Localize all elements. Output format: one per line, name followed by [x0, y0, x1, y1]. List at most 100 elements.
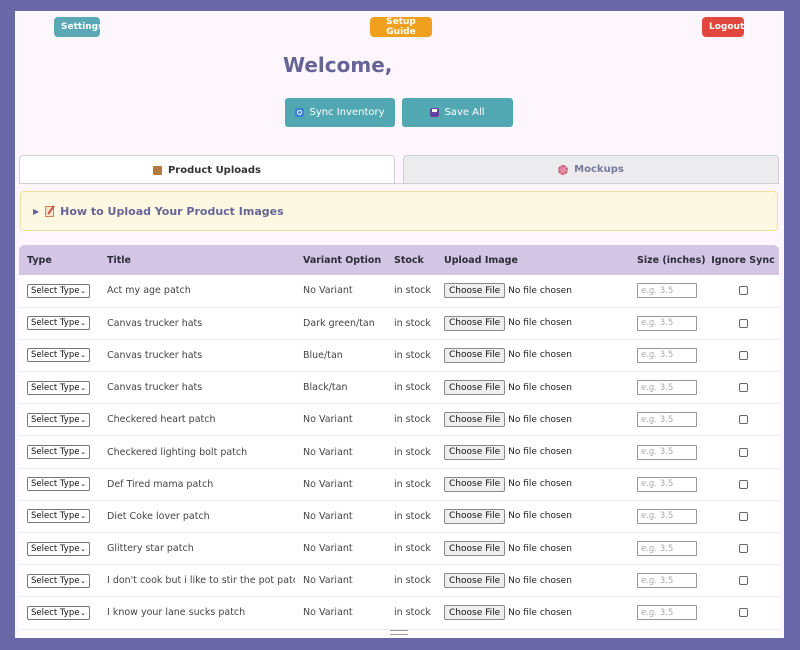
table-row: Select Type ⌄ Checkered lighting bolt pa…: [19, 436, 779, 469]
size-input[interactable]: [637, 476, 697, 492]
select-type-dropdown[interactable]: Select Type ⌄: [27, 283, 90, 298]
choose-file-button[interactable]: Choose File: [444, 283, 506, 299]
upload-cell: Choose File No file chosen: [436, 533, 629, 565]
logout-button[interactable]: Logout: [702, 17, 744, 37]
products-table: Type Title Variant Option Stock Upload I…: [19, 245, 779, 638]
select-type-label: Select Type: [31, 607, 80, 618]
size-input[interactable]: [637, 283, 697, 299]
chevron-down-icon: ⌄: [80, 448, 86, 457]
ignore-sync-checkbox[interactable]: [738, 318, 748, 328]
ignore-sync-cell: [707, 372, 779, 404]
sync-inventory-button[interactable]: Sync Inventory: [285, 98, 395, 127]
stock-cell: in stock: [394, 446, 431, 458]
type-cell: Select Type ⌄: [19, 468, 99, 500]
select-type-dropdown[interactable]: Select Type ⌄: [27, 316, 90, 331]
choose-file-button[interactable]: Choose File: [444, 541, 506, 557]
ignore-sync-checkbox[interactable]: [738, 479, 748, 489]
select-type-dropdown[interactable]: Select Type ⌄: [27, 348, 90, 363]
select-type-dropdown[interactable]: Select Type ⌄: [27, 573, 90, 588]
size-input[interactable]: [637, 605, 697, 621]
type-cell: Select Type ⌄: [19, 404, 99, 436]
file-status: No file chosen: [508, 479, 572, 490]
size-cell: [629, 404, 707, 436]
choose-file-button[interactable]: Choose File: [444, 476, 506, 492]
ignore-sync-checkbox[interactable]: [738, 544, 748, 554]
size-input[interactable]: [637, 315, 697, 331]
title-cell: Checkered lighting bolt patch: [107, 446, 248, 458]
size-input[interactable]: [637, 541, 697, 557]
gear-icon: [558, 164, 569, 175]
chevron-down-icon: ⌄: [80, 319, 86, 328]
choose-file-button[interactable]: Choose File: [444, 508, 506, 524]
ignore-sync-checkbox[interactable]: [738, 608, 748, 618]
select-type-dropdown[interactable]: Select Type ⌄: [27, 445, 90, 460]
settings-button[interactable]: Settings: [54, 17, 103, 37]
save-all-button[interactable]: Save All: [402, 98, 513, 127]
select-type-dropdown[interactable]: Select Type ⌄: [27, 412, 90, 427]
size-input[interactable]: [637, 412, 697, 428]
memo-icon: [45, 205, 55, 217]
select-type-dropdown[interactable]: Select Type ⌄: [27, 380, 90, 395]
resize-handle[interactable]: [390, 630, 408, 635]
select-type-dropdown[interactable]: Select Type ⌄: [27, 477, 90, 492]
ignore-sync-checkbox[interactable]: [738, 383, 748, 393]
variant-cell: No Variant: [303, 285, 353, 297]
select-type-label: Select Type: [31, 318, 80, 329]
choose-file-button[interactable]: Choose File: [444, 573, 506, 589]
tab-mockups[interactable]: Mockups: [403, 155, 779, 184]
page-title: Welcome,: [283, 53, 393, 77]
select-type-dropdown[interactable]: Select Type ⌄: [27, 605, 90, 620]
size-input[interactable]: [637, 380, 697, 396]
select-type-label: Select Type: [31, 479, 80, 490]
variant-cell: No Variant: [303, 575, 353, 587]
ignore-sync-checkbox[interactable]: [738, 576, 748, 586]
select-type-dropdown[interactable]: Select Type ⌄: [27, 541, 90, 556]
size-cell: [629, 565, 707, 597]
ignore-sync-checkbox[interactable]: [738, 511, 748, 521]
setup-guide-button[interactable]: Setup Guide: [370, 17, 432, 37]
choose-file-button[interactable]: Choose File: [444, 444, 506, 460]
file-status: No file chosen: [508, 414, 572, 425]
title-cell: I know your lane sucks patch: [107, 607, 246, 619]
ignore-sync-cell: [707, 404, 779, 436]
table-row: Select Type ⌄ I know your lane sucks pat…: [19, 597, 779, 630]
select-type-dropdown[interactable]: Select Type ⌄: [27, 509, 90, 524]
ignore-sync-cell: [707, 339, 779, 371]
choose-file-button[interactable]: Choose File: [444, 605, 506, 621]
select-type-label: Select Type: [31, 543, 80, 554]
tab-product-uploads[interactable]: Product Uploads: [19, 155, 395, 184]
chevron-down-icon: ⌄: [80, 544, 86, 553]
table-row: Select Type ⌄ Def Tired mama patch No Va…: [19, 468, 779, 501]
package-icon: [152, 165, 162, 175]
choose-file-button[interactable]: Choose File: [444, 347, 506, 363]
how-to-upload-toggle[interactable]: ▶ How to Upload Your Product Images: [20, 191, 778, 231]
ignore-sync-checkbox[interactable]: [738, 447, 748, 457]
tab-divider: [19, 183, 779, 184]
ignore-sync-checkbox[interactable]: [738, 415, 748, 425]
type-cell: Select Type ⌄: [19, 436, 99, 468]
chevron-down-icon: ⌄: [80, 512, 86, 521]
column-header-ignore-sync: Ignore Sync: [711, 254, 775, 266]
choose-file-button[interactable]: Choose File: [444, 380, 506, 396]
type-cell: Select Type ⌄: [19, 307, 99, 339]
chevron-down-icon: ⌄: [80, 576, 86, 585]
table-row: Select Type ⌄ Canvas trucker hats Blue/t…: [19, 339, 779, 372]
size-input[interactable]: [637, 347, 697, 363]
table-row: Select Type ⌄ I don't cook but i like to…: [19, 565, 779, 597]
upload-cell: Choose File No file chosen: [436, 500, 629, 532]
ignore-sync-checkbox[interactable]: [738, 350, 748, 360]
stock-cell: in stock: [394, 414, 431, 426]
file-status: No file chosen: [508, 350, 572, 361]
size-input[interactable]: [637, 508, 697, 524]
stock-cell: in stock: [394, 349, 431, 361]
ignore-sync-checkbox[interactable]: [738, 286, 748, 296]
size-input[interactable]: [637, 444, 697, 460]
file-status: No file chosen: [508, 318, 572, 329]
column-header-upload: Upload Image: [444, 254, 518, 266]
choose-file-button[interactable]: Choose File: [444, 412, 506, 428]
choose-file-button[interactable]: Choose File: [444, 315, 506, 331]
variant-cell: No Variant: [303, 414, 353, 426]
size-cell: [629, 500, 707, 532]
variant-cell: Black/tan: [303, 382, 348, 394]
size-input[interactable]: [637, 573, 697, 589]
